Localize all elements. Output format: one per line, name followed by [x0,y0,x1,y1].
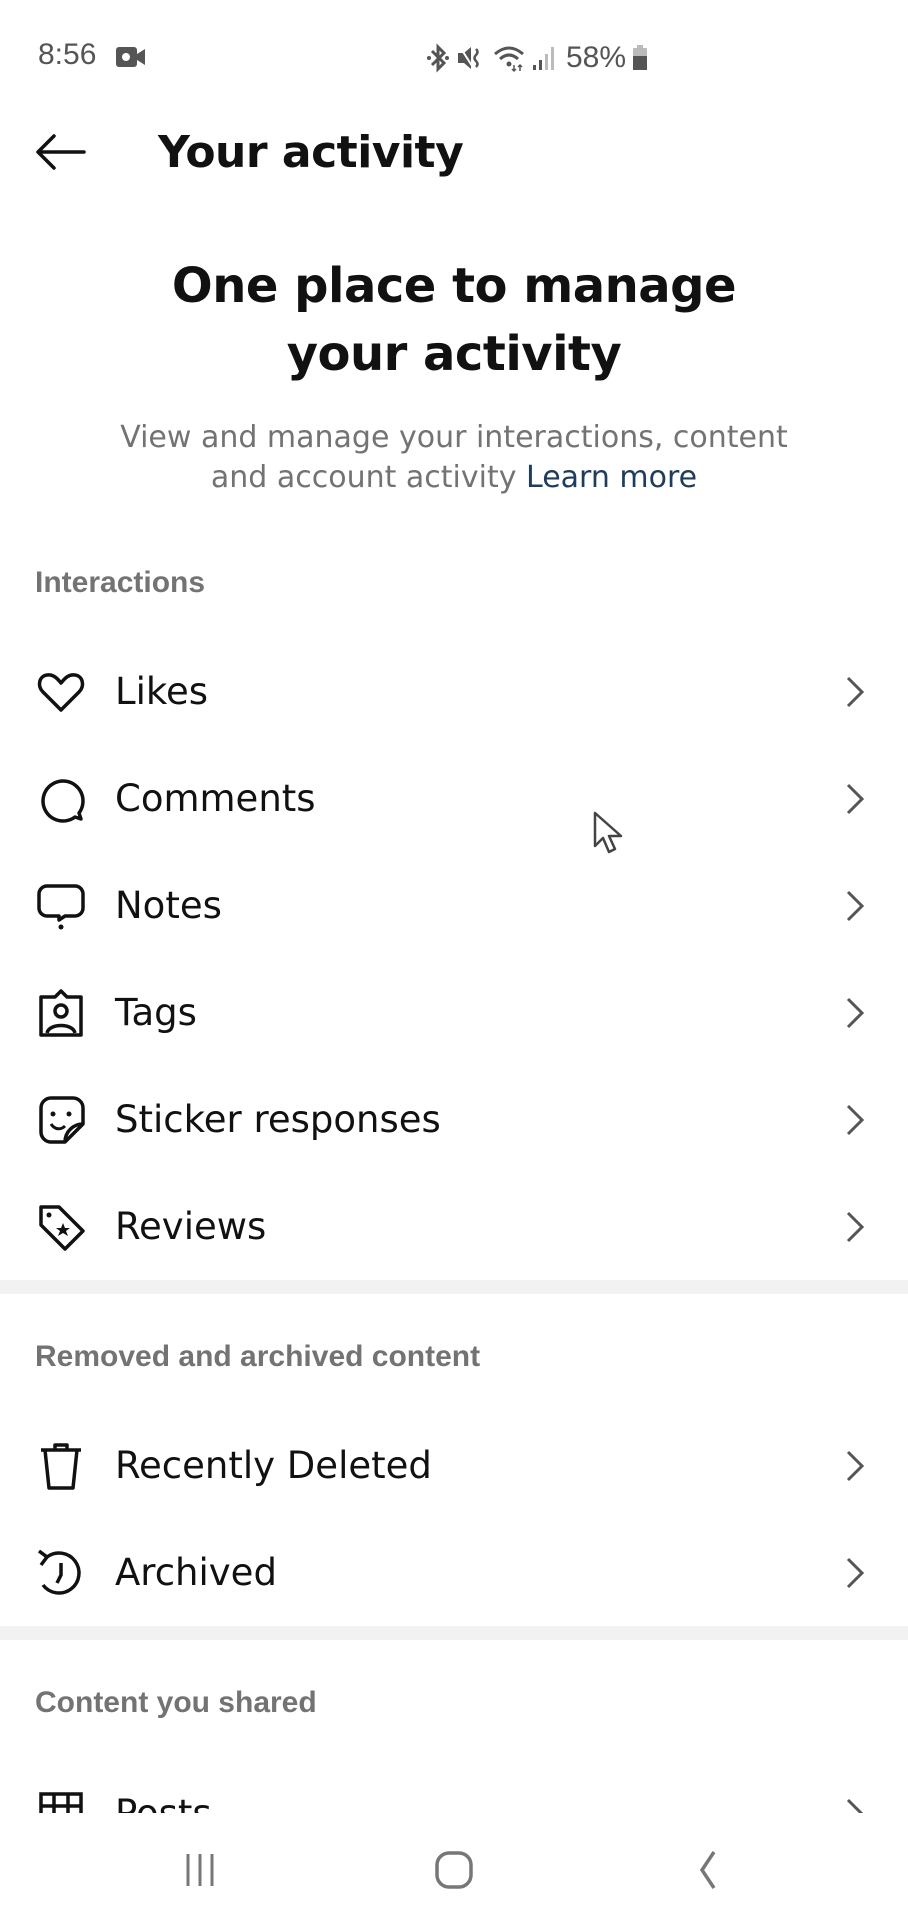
recents-icon [186,1854,214,1886]
chevron-right-icon [840,1100,870,1140]
grid-icon [35,1788,87,1813]
bluetooth-icon [427,43,449,73]
review-tag-icon [35,1201,87,1253]
chevron-right-icon [840,1553,870,1593]
signal-icon [533,47,554,70]
row-notes[interactable]: Notes [0,852,908,959]
chevron-right-icon [840,886,870,926]
home-button[interactable] [414,1840,494,1900]
row-label: Sticker responses [115,1098,441,1141]
section-divider [0,1626,908,1640]
chevron-right-icon [840,672,870,712]
row-label: Likes [115,670,209,713]
comment-icon [35,773,87,825]
chevron-right-icon [840,1794,870,1813]
row-label: Reviews [115,1205,267,1248]
row-sticker-responses[interactable]: Sticker responses [0,1066,908,1173]
chevron-right-icon [840,993,870,1033]
row-reviews[interactable]: Reviews [0,1173,908,1280]
row-comments[interactable]: Comments [0,745,908,852]
sticker-icon [35,1094,87,1146]
status-icons: 58% [426,38,648,78]
chevron-right-icon [840,1207,870,1247]
section-title-content-shared: Content you shared [35,1686,317,1719]
note-bubble-icon [35,880,87,932]
chevron-right-icon [840,779,870,819]
intro-heading: One place to manage your activity [171,258,737,382]
recents-button[interactable] [160,1840,240,1900]
row-label: Posts [115,1792,212,1813]
home-icon [435,1851,473,1889]
battery-icon [633,45,648,70]
row-label: Tags [115,991,197,1034]
section-title-interactions: Interactions [35,566,206,599]
archive-history-icon [35,1547,87,1599]
app-header: Your activity [0,115,908,195]
section-divider [0,1280,908,1294]
row-label: Recently Deleted [115,1444,432,1487]
status-bar: 8:56 58% [0,0,908,110]
section-title-removed-archived: Removed and archived content [35,1340,481,1373]
row-label: Archived [115,1551,277,1594]
back-icon [699,1851,716,1889]
row-posts[interactable]: Posts [0,1760,908,1813]
heart-icon [35,666,87,718]
row-label: Notes [115,884,222,927]
learn-more-link[interactable]: Learn more [526,460,697,495]
system-nav-bar [0,1820,908,1920]
row-archived[interactable]: Archived [0,1519,908,1626]
arrow-left-icon [36,134,86,170]
page-title: Your activity [158,127,464,178]
tag-person-icon [35,987,87,1039]
row-label: Comments [115,777,316,820]
row-tags[interactable]: Tags [0,959,908,1066]
row-recently-deleted[interactable]: Recently Deleted [0,1412,908,1519]
trash-icon [35,1440,87,1492]
intro-subtitle: View and manage your interactions, conte… [120,418,788,498]
wifi-icon [494,46,524,73]
video-record-icon [116,47,145,67]
row-likes[interactable]: Likes [0,638,908,745]
back-button[interactable] [30,127,90,177]
scroll-clip: Posts [0,1760,908,1813]
nav-back-button[interactable] [668,1840,748,1900]
mute-icon [458,46,479,70]
battery-percent: 58% [566,41,627,74]
chevron-right-icon [840,1446,870,1486]
status-time: 8:56 [38,38,97,71]
